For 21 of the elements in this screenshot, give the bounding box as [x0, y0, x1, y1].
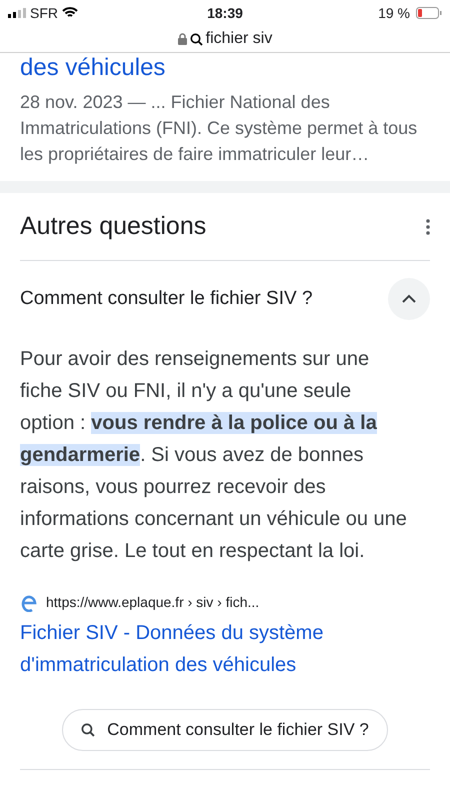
- result-title[interactable]: des véhicules: [20, 53, 430, 83]
- chevron-up-icon: [401, 294, 417, 304]
- search-icon: [190, 32, 203, 46]
- lock-icon: [178, 33, 187, 45]
- answer-text: Pour avoir des renseignements sur une fiche SIV ou FNI, il n'y a qu'une seule option : vous rendre à la police ou à la gendarmerie. Si vous avez de bonnes raisons, vous pourrez recevoir des informations concernant un véhicule ou une carte grise. Le tout en respectant la loi.: [20, 347, 408, 564]
- search-chip[interactable]: Comment consulter le fichier SIV ?: [62, 709, 388, 751]
- more-options-icon[interactable]: [426, 218, 430, 234]
- expand-toggle[interactable]: [388, 278, 430, 320]
- section-title: Autres questions: [20, 210, 206, 242]
- wifi-icon: [62, 7, 78, 19]
- battery-icon: [416, 7, 442, 19]
- question-text[interactable]: Comment consulter le fichier SIV ?: [20, 284, 313, 314]
- signal-icon: [8, 8, 26, 18]
- clock-time: 18:39: [207, 4, 243, 22]
- result-snippet: 28 nov. 2023 — ... Fichier National des Immatriculations (FNI). Ce système permet à tous les propriétaires de faire immatriculer leur…: [20, 91, 418, 166]
- source-url[interactable]: https://www.eplaque.fr › siv › fich...: [46, 592, 260, 612]
- battery-percent: 19 %: [378, 4, 410, 22]
- carrier-name: SFR: [30, 4, 58, 22]
- address-query[interactable]: fichier siv: [206, 27, 272, 51]
- source-link[interactable]: Fichier SIV - Données du système d'immatriculation des véhicules: [20, 617, 430, 681]
- search-icon: [81, 723, 96, 737]
